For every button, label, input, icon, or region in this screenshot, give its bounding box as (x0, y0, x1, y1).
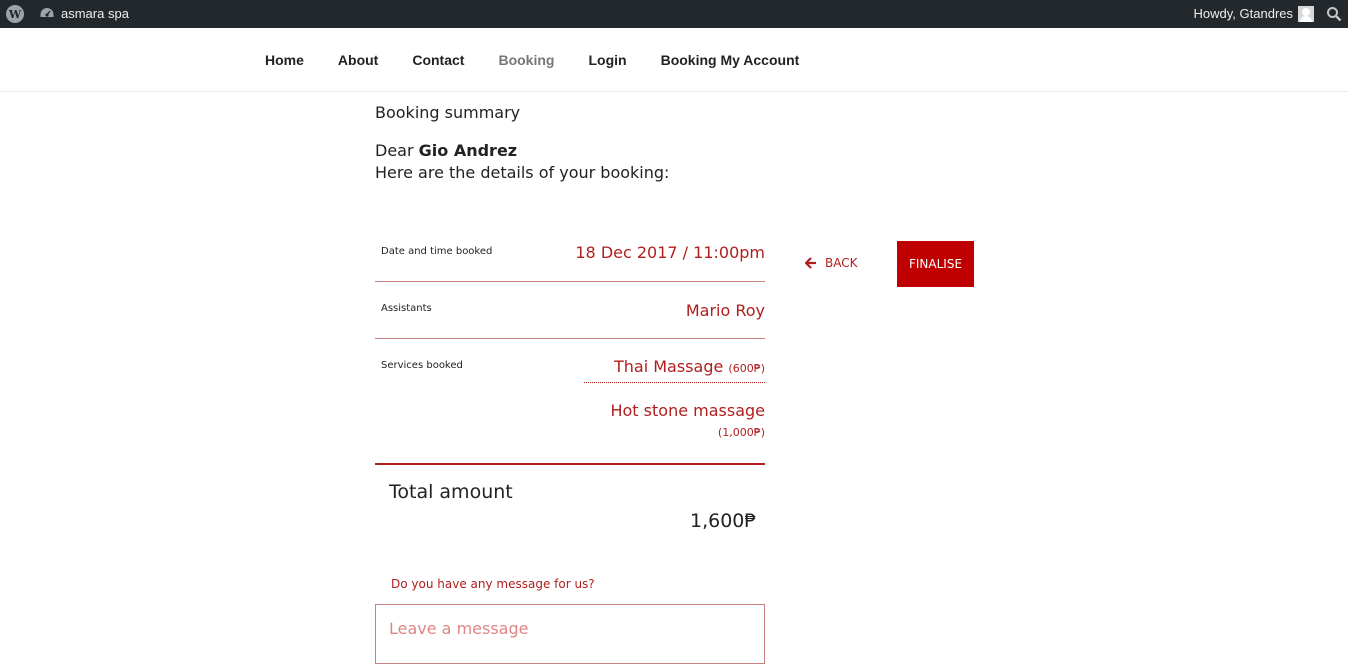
nav-item-booking-my-account[interactable]: Booking My Account (644, 52, 817, 68)
nav-item-booking[interactable]: Booking (481, 52, 571, 68)
assistants-label: Assistants (381, 303, 432, 314)
back-button-label: BACK (825, 256, 858, 270)
back-button[interactable]: BACK (805, 256, 857, 270)
dashboard-icon[interactable] (39, 6, 55, 22)
main-navigation: Home About Contact Booking Login Booking… (0, 28, 1348, 92)
service-name: Hot stone massage (610, 401, 765, 420)
avatar[interactable] (1298, 6, 1314, 22)
date-time-row: Date and time booked 18 Dec 2017 / 11:00… (375, 225, 765, 282)
greeting: Dear Gio Andrez (375, 141, 517, 160)
page-title: Booking summary (375, 103, 521, 122)
greeting-prefix: Dear (375, 141, 414, 160)
customer-name: Gio Andrez (418, 141, 518, 160)
service-price: (600₱) (728, 362, 765, 375)
assistants-row: Assistants Mario Roy (375, 282, 765, 339)
assistants-value: Mario Roy (685, 301, 765, 320)
search-icon[interactable] (1326, 6, 1342, 22)
total-amount-label: Total amount (389, 481, 513, 503)
message-textarea[interactable] (375, 604, 765, 664)
site-name-link[interactable]: asmara spa (61, 6, 129, 21)
service-name: Thai Massage (613, 357, 724, 376)
arrow-left-icon (805, 257, 816, 269)
total-amount-value: 1,600₱ (690, 510, 757, 532)
nav-item-home[interactable]: Home (248, 52, 321, 68)
message-label: Do you have any message for us? (391, 577, 595, 591)
details-intro: Here are the details of your booking: (375, 163, 670, 182)
nav-item-login[interactable]: Login (571, 52, 643, 68)
date-time-label: Date and time booked (381, 246, 493, 257)
service-price: (1,000₱) (717, 426, 765, 439)
nav-item-about[interactable]: About (321, 52, 395, 68)
wordpress-logo-icon[interactable]: W (6, 5, 24, 23)
service-item: Thai Massage (600₱) (584, 357, 765, 383)
nav-item-contact[interactable]: Contact (395, 52, 481, 68)
services-label: Services booked (381, 360, 463, 371)
finalise-button[interactable]: FINALISE (897, 241, 974, 287)
admin-bar: W asmara spa Howdy, Gtandres (0, 0, 1348, 28)
howdy-user-link[interactable]: Howdy, Gtandres (1194, 6, 1293, 21)
services-row: Services booked Thai Massage (600₱) Hot … (375, 339, 765, 465)
date-time-value: 18 Dec 2017 / 11:00pm (575, 243, 765, 262)
service-item: Hot stone massage (1,000₱) (610, 401, 765, 439)
